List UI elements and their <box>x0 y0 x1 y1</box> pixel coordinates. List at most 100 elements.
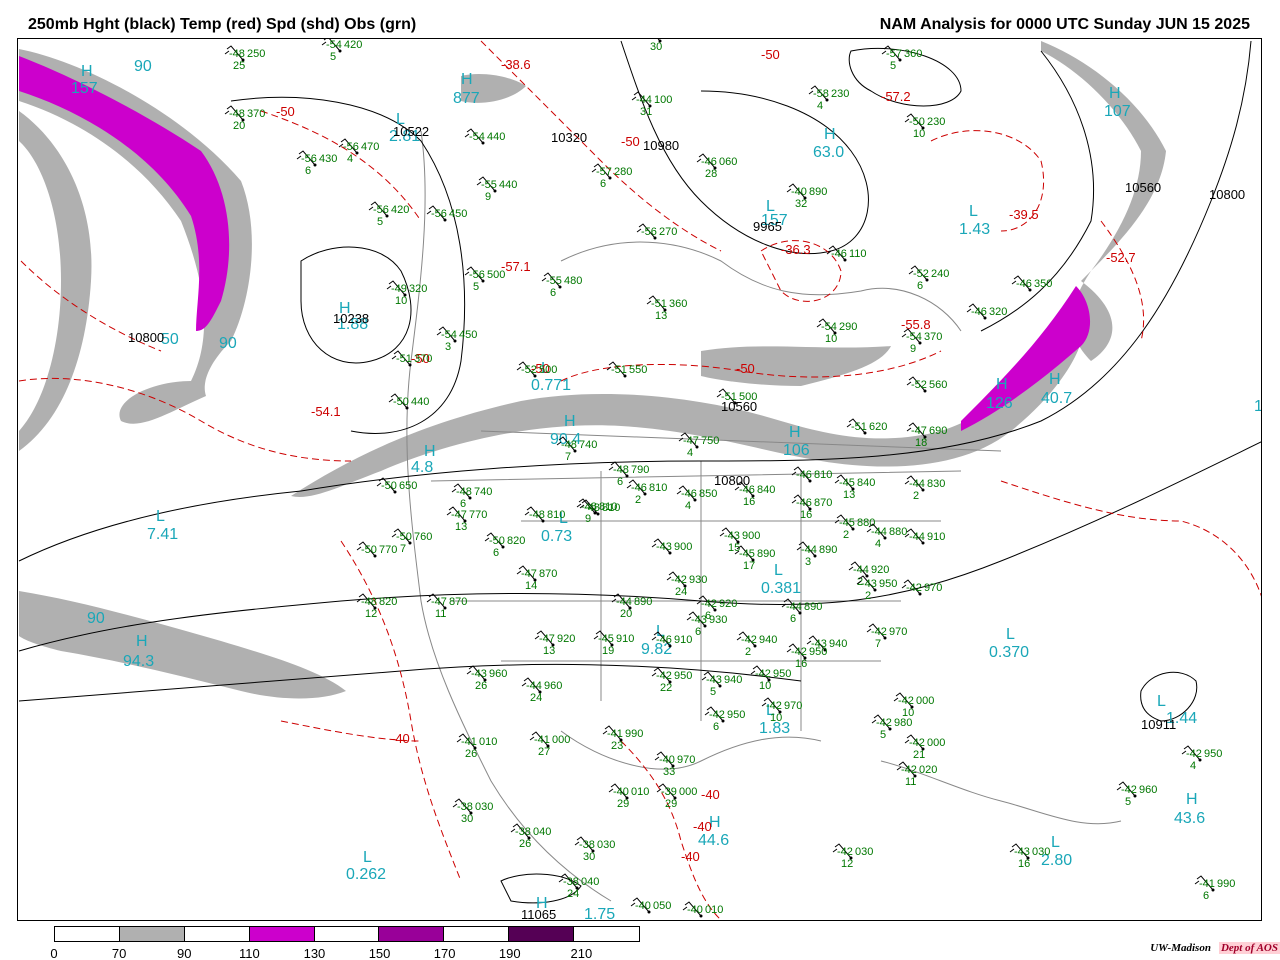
obs-dewpoint-depression: 33 <box>663 766 675 778</box>
obs-height: 000 <box>679 786 697 798</box>
obs-height: 920 <box>871 564 889 576</box>
station-obs: -44 910 <box>904 528 945 545</box>
station-obs: -45 8802 <box>834 514 875 541</box>
obs-temperature: -56 <box>301 153 317 165</box>
obs-temperature: -45 <box>839 477 855 489</box>
obs-temperature: -42 <box>871 626 887 638</box>
obs-temperature: -38 <box>457 801 473 813</box>
obs-temperature: -47 <box>431 596 447 608</box>
center-value: 94.3 <box>123 653 154 670</box>
obs-height: 790 <box>631 464 649 476</box>
obs-temperature: -55 <box>481 179 497 191</box>
wind-speed-legend-bar <box>54 926 640 942</box>
height-label: 10800 <box>1209 187 1245 202</box>
obs-temperature: -50 <box>909 116 925 128</box>
obs-dewpoint-depression: 12 <box>841 858 853 870</box>
obs-dewpoint-depression: 29 <box>665 798 677 810</box>
obs-temperature: -43 <box>656 541 672 553</box>
obs-dewpoint-depression: 14 <box>525 580 537 592</box>
station-obs: -51 550 <box>606 361 647 378</box>
obs-temperature: -54 <box>906 331 922 343</box>
center-value: 157 <box>71 80 98 97</box>
center-value: 1.75 <box>584 906 615 920</box>
center-mark: H <box>1049 371 1061 388</box>
height-label: 10522 <box>393 124 429 139</box>
center-value: 877 <box>453 90 480 107</box>
obs-height: 620 <box>869 421 887 433</box>
center-value: 0.262 <box>346 866 386 883</box>
obs-temperature: -46 <box>631 482 647 494</box>
station-obs: -44 830 2 <box>904 475 945 502</box>
obs-height: 420 <box>391 204 409 216</box>
obs-temperature: -42 <box>1186 748 1202 760</box>
obs-height: 950 <box>879 578 897 590</box>
station-obs: -42 03012 <box>832 843 873 870</box>
center-mark: L <box>969 203 978 220</box>
station-obs: -40 01029 <box>608 783 649 810</box>
obs-temperature: -48 <box>361 596 377 608</box>
obs-dewpoint-depression: 5 <box>330 51 336 63</box>
obs-dewpoint-depression: 7 <box>565 451 571 463</box>
station-obs: -46 87016 <box>791 494 832 521</box>
obs-temperature: -51 <box>651 298 667 310</box>
station-obs: -47 92013 <box>534 630 575 657</box>
station-obs: -56 420 5 <box>368 201 409 228</box>
obs-dewpoint-depression: 20 <box>233 120 245 132</box>
obs-temperature: -57 <box>596 166 612 178</box>
obs-temperature: -48 <box>229 108 245 120</box>
obs-temperature: -38 <box>563 876 579 888</box>
obs-height: 250 <box>247 48 265 60</box>
credit-org: UW-Madison <box>1150 942 1211 954</box>
obs-height: 820 <box>507 535 525 547</box>
obs-height: 110 <box>849 248 867 260</box>
obs-temperature: -43 <box>706 674 722 686</box>
legend-swatch <box>314 927 380 941</box>
station-obs: -42 00021 <box>904 734 945 761</box>
temp-label: -57.1 <box>501 259 531 274</box>
obs-temperature: -42 <box>671 574 687 586</box>
obs-temperature: -43 <box>471 668 487 680</box>
obs-temperature: -56 <box>641 226 657 238</box>
obs-dewpoint-depression: 7 <box>400 543 406 555</box>
obs-height: 910 <box>674 634 692 646</box>
center-mark: L <box>156 508 165 525</box>
obs-dewpoint-depression: 20 <box>620 608 632 620</box>
obs-temperature: -43 <box>1014 846 1030 858</box>
obs-height: 950 <box>773 668 791 680</box>
temp-label: -52.7 <box>1106 250 1136 265</box>
station-obs: -47 87011 <box>426 593 467 620</box>
station-obs: -56 470 4 <box>338 138 379 165</box>
obs-temperature: -46 <box>796 469 812 481</box>
obs-dewpoint-depression: 3 <box>805 556 811 568</box>
obs-height: 000 <box>552 734 570 746</box>
obs-temperature: -41 <box>534 734 550 746</box>
center-mark: H <box>564 413 576 430</box>
center-value: 7.41 <box>147 526 178 543</box>
obs-height: 030 <box>475 801 493 813</box>
legend-label: 0 <box>50 946 58 960</box>
obs-height: 010 <box>631 786 649 798</box>
obs-height: 740 <box>579 439 597 451</box>
obs-dewpoint-depression: 12 <box>365 608 377 620</box>
center-mark: L <box>1006 626 1015 643</box>
station-obs: -40 010 <box>682 901 723 918</box>
obs-height: 280 <box>614 166 632 178</box>
obs-temperature: -50 <box>361 544 377 556</box>
station-obs: -50 650 <box>376 477 417 494</box>
obs-temperature: -56 <box>373 204 389 216</box>
speed-label: 90 <box>87 610 105 627</box>
obs-dewpoint-depression: 13 <box>843 489 855 501</box>
center-value: 44.6 <box>698 832 729 849</box>
station-obs: -51 36013 <box>646 295 687 322</box>
obs-dewpoint-depression: 4 <box>347 153 353 165</box>
station-obs: -41 00027 <box>529 731 570 758</box>
station-obs: -41 01026 <box>456 733 497 760</box>
obs-height: 030 <box>1032 846 1050 858</box>
center-mark: H <box>789 424 801 441</box>
obs-dewpoint-depression: 6 <box>713 721 719 733</box>
obs-temperature: -50 <box>381 480 397 492</box>
station-obs: -46 110 <box>826 245 867 262</box>
station-obs: -56 270 <box>636 223 677 240</box>
obs-temperature: -42 <box>898 695 914 707</box>
obs-height: 890 <box>634 596 652 608</box>
